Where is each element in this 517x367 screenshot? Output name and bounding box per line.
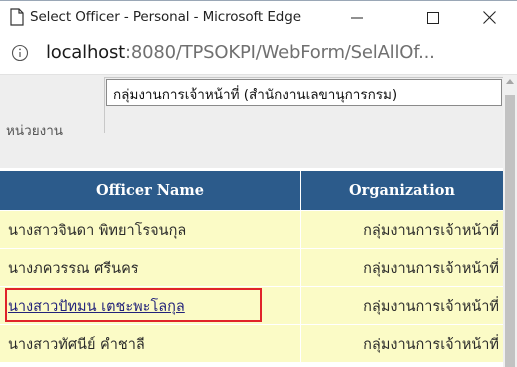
minimize-icon [351, 9, 363, 28]
close-icon [482, 9, 496, 28]
maximize-button[interactable] [410, 1, 456, 35]
grid-header: Officer Name Organization [0, 171, 503, 211]
window-title: Select Officer - Personal - Microsoft Ed… [30, 9, 301, 25]
page-content: หน่วยงาน กลุ่มงานการเจ้าหน้าที่ (สำนักงา… [0, 74, 517, 367]
organization-cell: กลุ่มงานการเจ้าหน้าที่ [363, 261, 499, 277]
header-organization[interactable]: Organization [301, 171, 503, 211]
filter-panel: หน่วยงาน กลุ่มงานการเจ้าหน้าที่ (สำนักงา… [0, 75, 504, 168]
table-row: นางสาวทัศนีย์ คำชาลี กลุ่มงานการเจ้าหน้า… [0, 325, 503, 363]
url-path: :8080/TPSOKPI/WebForm/SelAllOf... [125, 42, 435, 63]
table-row: นางสาวปัทมน เตชะพะโลกุล กลุ่มงานการเจ้าห… [0, 287, 503, 325]
url-text[interactable]: localhost:8080/TPSOKPI/WebForm/SelAllOf.… [46, 42, 435, 63]
info-icon[interactable] [11, 44, 29, 62]
header-officer-name[interactable]: Officer Name [0, 171, 300, 211]
address-bar[interactable]: localhost:8080/TPSOKPI/WebForm/SelAllOf.… [0, 34, 517, 74]
unit-select[interactable]: กลุ่มงานการเจ้าหน้าที่ (สำนักงานเลขานุกา… [106, 79, 502, 106]
url-host: localhost [46, 42, 125, 63]
vertical-scrollbar[interactable] [503, 75, 517, 367]
organization-cell: กลุ่มงานการเจ้าหน้าที่ [363, 223, 499, 239]
maximize-icon [427, 9, 439, 28]
minimize-button[interactable] [334, 1, 380, 35]
table-row: นางสาวจินดา พิทยาโรจนกุล กลุ่มงานการเจ้า… [0, 211, 503, 249]
scroll-up-arrow-icon[interactable] [506, 79, 514, 84]
officer-name-cell[interactable]: นางสาวจินดา พิทยาโรจนกุล [8, 219, 186, 242]
close-button[interactable] [466, 1, 512, 35]
unit-label: หน่วยงาน [6, 123, 64, 139]
page-icon [10, 8, 24, 26]
officer-grid: Officer Name Organization นางสาวจินดา พิ… [0, 171, 503, 363]
scroll-thumb[interactable] [505, 95, 515, 367]
table-row: นางภควรรณ ศรีนคร กลุ่มงานการเจ้าหน้าที่ [0, 249, 503, 287]
browser-window: Select Officer - Personal - Microsoft Ed… [0, 0, 517, 367]
officer-name-cell[interactable]: นางสาวทัศนีย์ คำชาลี [8, 333, 145, 356]
organization-cell: กลุ่มงานการเจ้าหน้าที่ [363, 299, 499, 315]
officer-name-cell[interactable]: นางภควรรณ ศรีนคร [8, 257, 139, 280]
organization-cell: กลุ่มงานการเจ้าหน้าที่ [363, 337, 499, 353]
title-bar[interactable]: Select Officer - Personal - Microsoft Ed… [0, 0, 517, 34]
officer-name-link[interactable]: นางสาวปัทมน เตชะพะโลกุล [8, 295, 185, 318]
